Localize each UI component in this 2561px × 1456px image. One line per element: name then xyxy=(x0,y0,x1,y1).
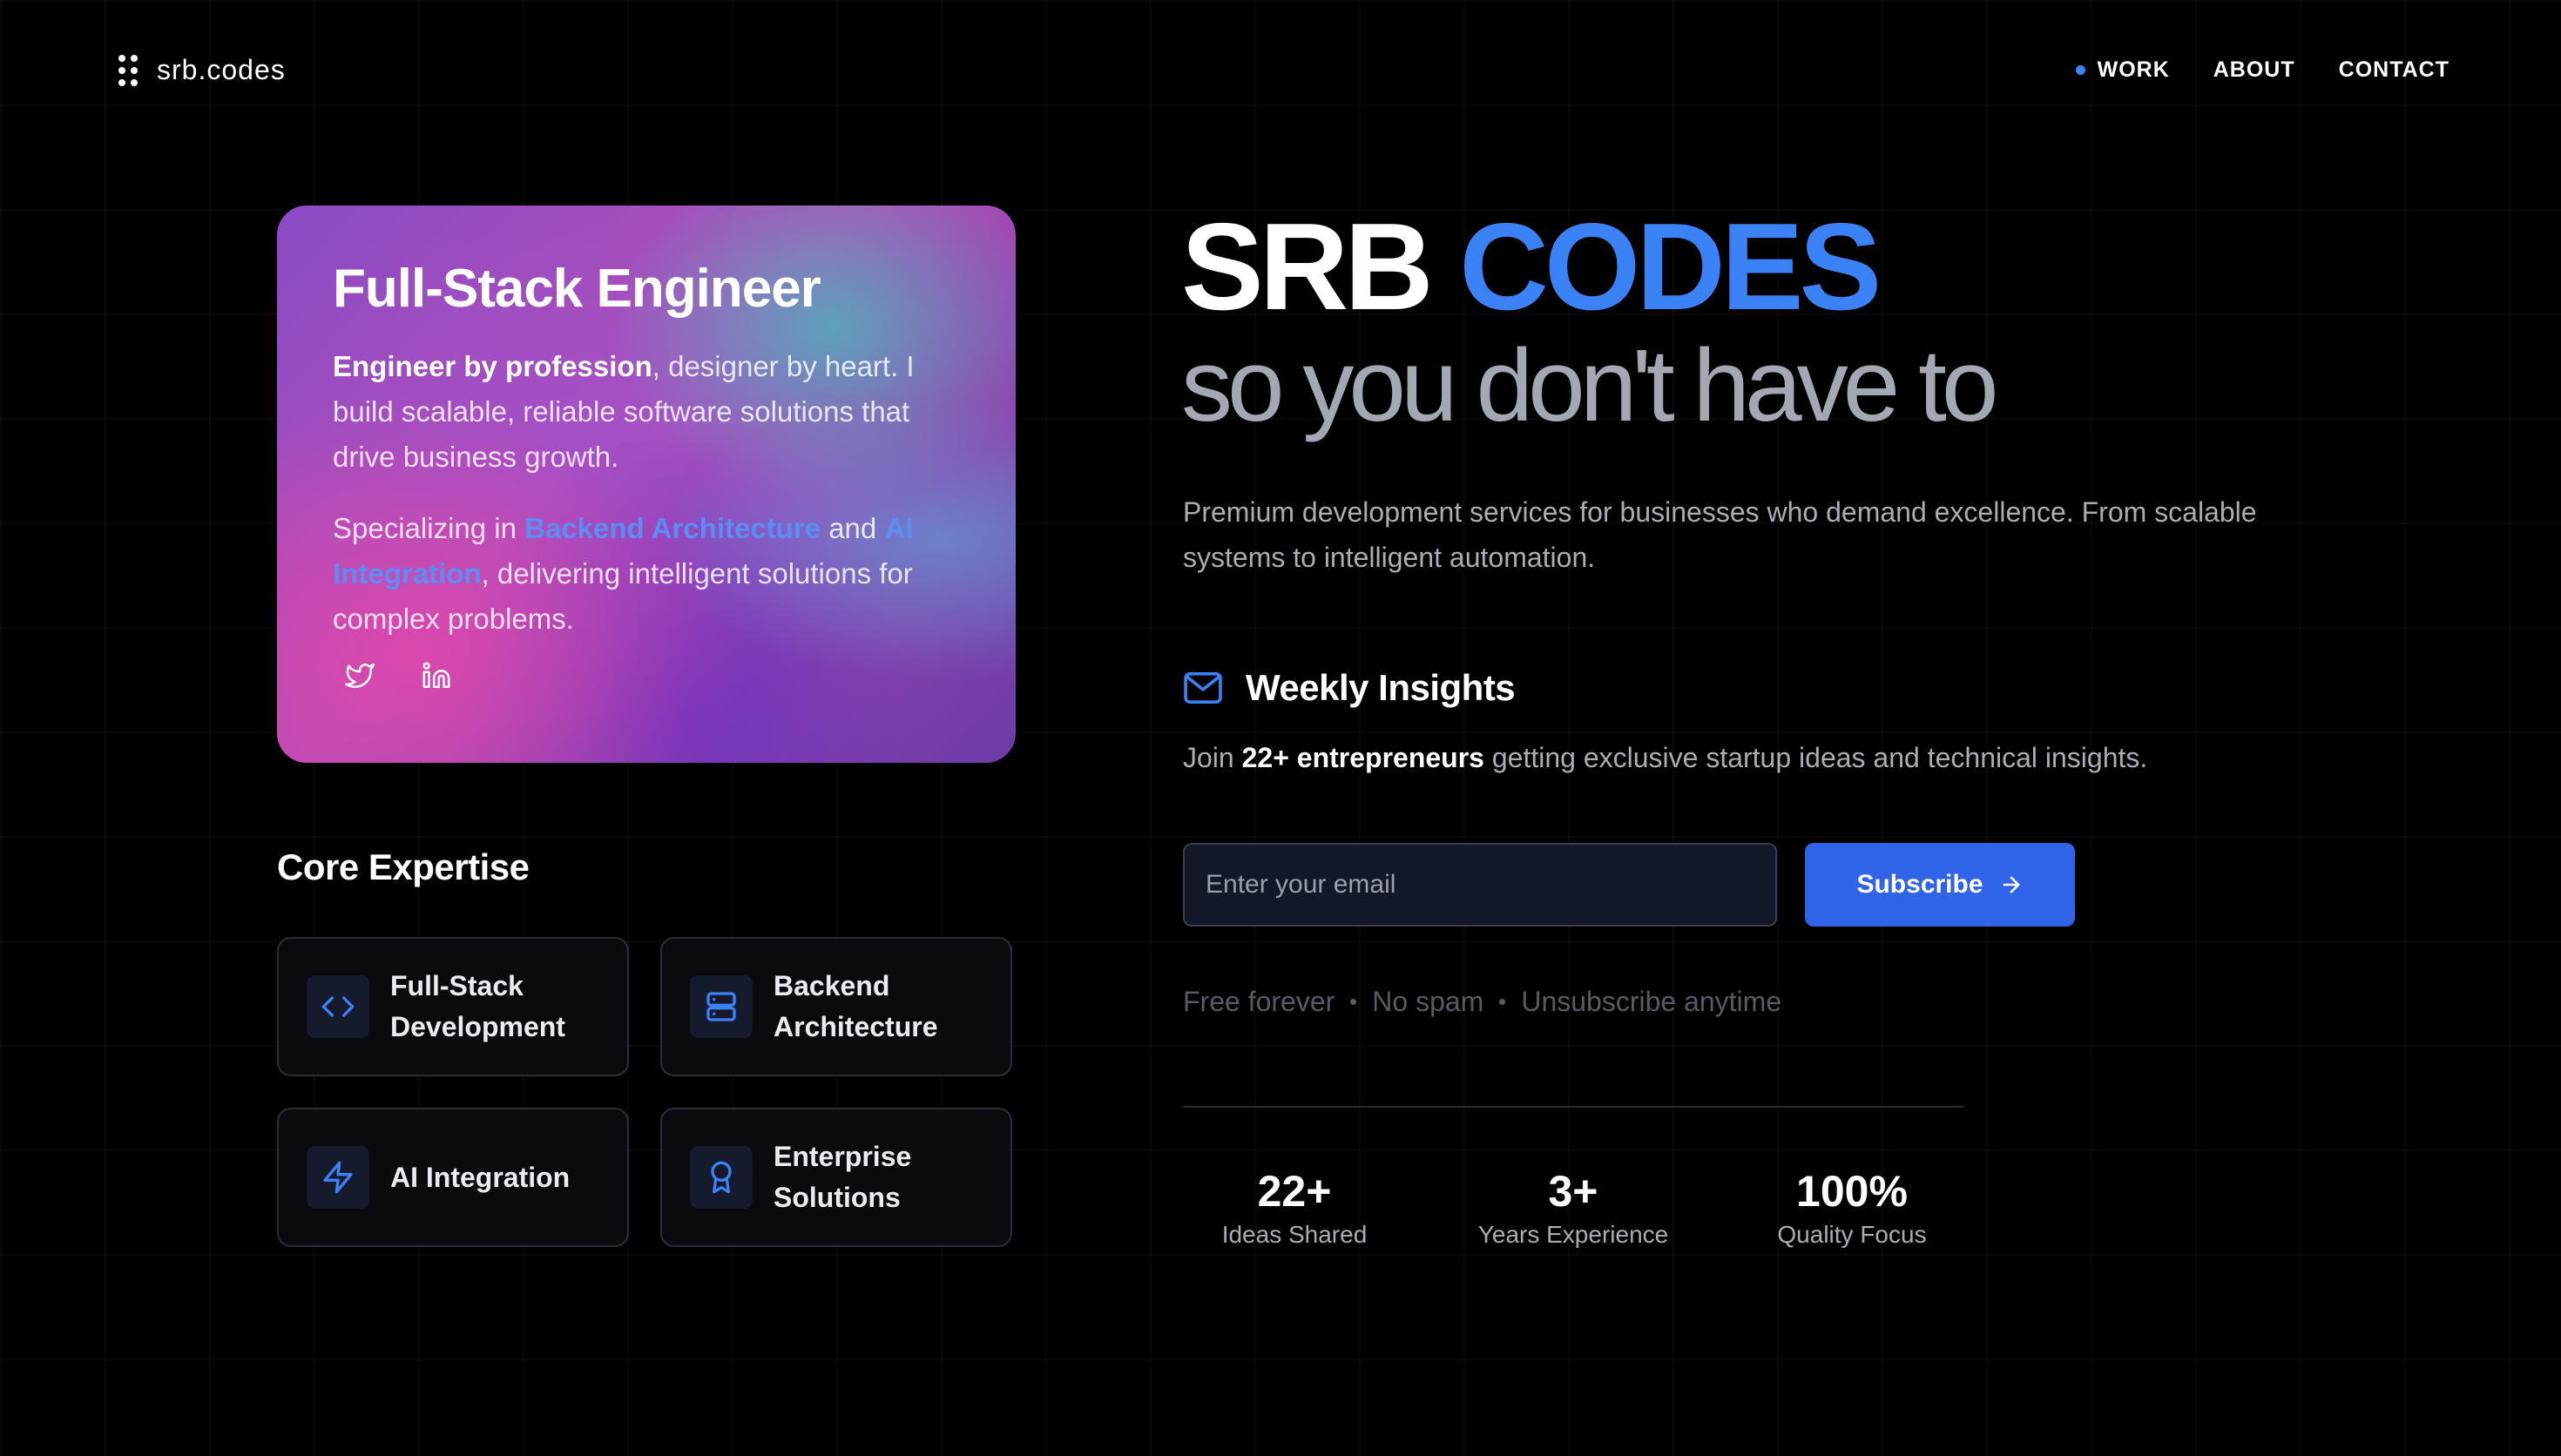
expertise-label: Enterprise Solutions xyxy=(774,1141,912,1213)
arrow-right-icon xyxy=(2003,876,2019,893)
nav-work[interactable]: WORK xyxy=(2075,57,2170,83)
specialty-start: Specializing in xyxy=(333,512,525,544)
join-bold: 22+ entrepreneurs xyxy=(1241,742,1484,773)
stat-value: 22+ xyxy=(1257,1167,1332,1216)
divider xyxy=(1183,1106,1963,1108)
stat-years: 3+ Years Experience xyxy=(1460,1165,1686,1249)
active-indicator-dot xyxy=(2075,65,2085,75)
nav-about[interactable]: ABOUT xyxy=(2213,57,2295,83)
specialty-backend: Backend Architecture xyxy=(524,512,821,544)
profile-specialty: Specializing in Backend Architecture and… xyxy=(333,506,977,642)
newsletter-description: Join 22+ entrepreneurs getting exclusive… xyxy=(1183,742,2147,774)
nav-contact[interactable]: CONTACT xyxy=(2339,57,2450,83)
expertise-label: Backend Architecture xyxy=(774,970,938,1042)
expertise-tile-fullstack: Full-Stack Development xyxy=(277,937,629,1076)
bullet-separator xyxy=(1499,999,1506,1005)
server-icon xyxy=(690,975,753,1038)
fine-print-item: Unsubscribe anytime xyxy=(1521,986,1782,1017)
join-end: getting exclusive startup ideas and tech… xyxy=(1483,742,2148,773)
hero-title-blue: CODES xyxy=(1459,198,1882,336)
newsletter-heading: Weekly Insights xyxy=(1183,667,1516,709)
twitter-icon[interactable] xyxy=(345,661,375,695)
stat-value: 100% xyxy=(1796,1167,1908,1216)
expertise-label: Full-Stack Development xyxy=(390,970,565,1042)
stat-label: Ideas Shared xyxy=(1221,1221,1368,1248)
fine-print-item: No spam xyxy=(1372,986,1484,1017)
logo[interactable]: srb.codes xyxy=(118,54,286,86)
profile-card: Full-Stack Engineer Engineer by professi… xyxy=(277,206,1016,763)
subscribe-label: Subscribe xyxy=(1856,870,1983,899)
nav-work-label: WORK xyxy=(2097,57,2170,82)
hero-lead: Premium development services for busines… xyxy=(1183,496,2257,573)
hero-subtitle: so you don't have to xyxy=(1181,328,1998,443)
profile-intro-bold: Engineer by profession xyxy=(333,350,652,382)
stat-value: 3+ xyxy=(1548,1167,1598,1216)
lightning-icon xyxy=(307,1146,369,1209)
linkedin-icon[interactable] xyxy=(422,661,451,695)
expertise-tile-ai: AI Integration xyxy=(277,1108,629,1247)
email-input[interactable] xyxy=(1183,843,1777,927)
code-icon xyxy=(307,975,369,1038)
newsletter-title: Weekly Insights xyxy=(1246,667,1516,708)
bullet-separator xyxy=(1350,999,1357,1005)
stat-ideas: 22+ Ideas Shared xyxy=(1181,1165,1408,1249)
main-nav: WORK ABOUT CONTACT xyxy=(2075,57,2450,83)
hero-title-white: SRB xyxy=(1181,198,1434,336)
profile-title: Full-Stack Engineer xyxy=(333,259,821,319)
profile-intro: Engineer by profession, designer by hear… xyxy=(333,344,977,480)
specialty-mid: and xyxy=(821,512,885,544)
mail-icon xyxy=(1184,672,1222,704)
stat-label: Years Experience xyxy=(1477,1221,1669,1248)
core-expertise-title: Core Expertise xyxy=(277,846,530,887)
join-start: Join xyxy=(1183,742,1242,773)
subscribe-button[interactable]: Subscribe xyxy=(1805,843,2075,927)
fine-print-item: Free forever xyxy=(1183,986,1335,1017)
stat-quality: 100% Quality Focus xyxy=(1739,1165,1965,1249)
grid-dots-icon xyxy=(118,54,138,86)
award-icon xyxy=(690,1146,753,1209)
logo-text: srb.codes xyxy=(157,54,286,85)
expertise-tile-backend: Backend Architecture xyxy=(660,937,1012,1076)
expertise-label: AI Integration xyxy=(390,1161,571,1193)
social-links xyxy=(345,661,977,695)
expertise-tile-enterprise: Enterprise Solutions xyxy=(660,1108,1012,1247)
hero-title: SRB CODES xyxy=(1181,202,1882,333)
newsletter-fine-print: Free forever No spam Unsubscribe anytime xyxy=(1183,986,1781,1018)
nav-about-label: ABOUT xyxy=(2213,57,2295,82)
nav-contact-label: CONTACT xyxy=(2338,57,2450,82)
stat-label: Quality Focus xyxy=(1777,1221,1927,1248)
